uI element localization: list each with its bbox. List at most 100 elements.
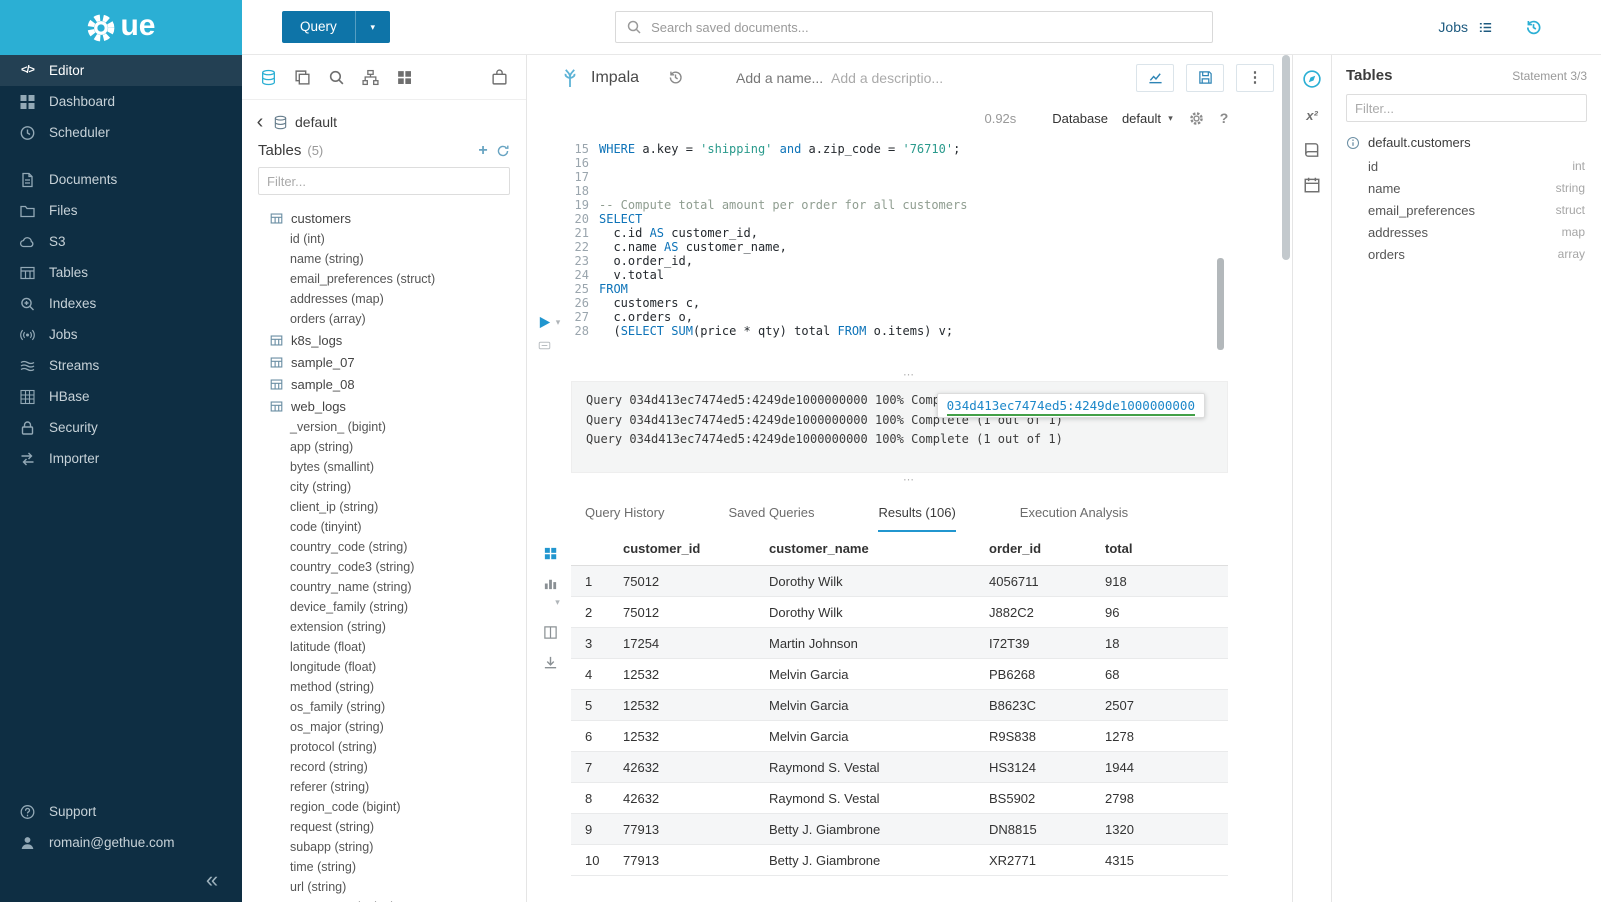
refresh-icon[interactable] xyxy=(496,144,510,158)
result-tab[interactable]: Execution Analysis xyxy=(1020,505,1128,532)
tree-item[interactable]: request (string) xyxy=(242,817,526,837)
column-item[interactable]: email_preferences struct xyxy=(1346,199,1587,221)
documents-icon[interactable] xyxy=(294,69,311,86)
tree-item[interactable]: id (int) xyxy=(242,229,526,249)
tree-item[interactable]: protocol (string) xyxy=(242,737,526,757)
column-header[interactable]: order_id xyxy=(989,541,1105,556)
code-line[interactable]: 28 (SELECT SUM(price * qty) total FROM o… xyxy=(571,324,1292,338)
code-line[interactable]: 27 c.orders o, xyxy=(571,310,1292,324)
column-item[interactable]: id int xyxy=(1346,155,1587,177)
result-tab[interactable]: Query History xyxy=(585,505,664,532)
table-row[interactable]: 4 12532 Melvin Garcia PB6268 68 xyxy=(571,659,1228,690)
tree-item[interactable]: client_ip (string) xyxy=(242,497,526,517)
nav-footer-item[interactable]: romain@gethue.com xyxy=(0,827,242,858)
tree-item[interactable]: latitude (float) xyxy=(242,637,526,657)
tree-item[interactable]: country_code3 (string) xyxy=(242,557,526,577)
briefcase-icon[interactable] xyxy=(491,69,508,86)
column-item[interactable]: name string xyxy=(1346,177,1587,199)
nav-item[interactable]: Jobs xyxy=(0,319,242,350)
nav-item[interactable]: </> Editor xyxy=(0,55,242,86)
compass-icon[interactable] xyxy=(1302,69,1322,89)
tree-item[interactable]: os_major (string) xyxy=(242,717,526,737)
tree-item[interactable]: addresses (map) xyxy=(242,289,526,309)
tree-item[interactable]: url (string) xyxy=(242,877,526,897)
code-line[interactable]: 24 v.total xyxy=(571,268,1292,282)
tree-item[interactable]: extension (string) xyxy=(242,617,526,637)
new-query-button[interactable]: Query ▾ xyxy=(282,11,390,43)
code-line[interactable]: 17 xyxy=(571,170,1292,184)
table-row[interactable]: 6 12532 Melvin Garcia R9S838 1278 xyxy=(571,721,1228,752)
table-row[interactable]: 8 42632 Raymond S. Vestal BS5902 2798 xyxy=(571,783,1228,814)
resize-handle-bottom[interactable]: ⋯ xyxy=(527,473,1292,486)
tree-item[interactable]: user_agent (string) xyxy=(242,897,526,902)
result-tab[interactable]: Saved Queries xyxy=(728,505,814,532)
code-line[interactable]: 15 WHERE a.key = 'shipping' and a.zip_co… xyxy=(571,142,1292,156)
table-filter-input[interactable] xyxy=(258,167,510,195)
tree-item[interactable]: sample_07 xyxy=(242,351,526,373)
code-line[interactable]: 22 c.name AS customer_name, xyxy=(571,240,1292,254)
save-button[interactable] xyxy=(1186,64,1224,92)
back-icon[interactable]: ‹ xyxy=(254,114,266,130)
databases-icon[interactable] xyxy=(260,69,277,86)
query-description-input[interactable] xyxy=(831,70,951,86)
table-row[interactable]: 10 77913 Betty J. Giambrone XR2771 4315 xyxy=(571,845,1228,876)
query-id-text[interactable]: 034d413ec7474ed5:4249de1000000000 xyxy=(947,398,1195,416)
column-item[interactable]: addresses map xyxy=(1346,221,1587,243)
chart-button[interactable] xyxy=(1136,64,1174,92)
tree-item[interactable]: record (string) xyxy=(242,757,526,777)
tree-item[interactable]: region_code (bigint) xyxy=(242,797,526,817)
nav-item[interactable]: Dashboard xyxy=(0,86,242,117)
result-tab[interactable]: Results (106) xyxy=(878,505,955,532)
sitemap-icon[interactable] xyxy=(362,69,379,86)
active-table-item[interactable]: default.customers xyxy=(1346,130,1587,155)
database-select[interactable]: default ▾ xyxy=(1122,110,1175,126)
calendar-icon[interactable] xyxy=(1303,176,1321,194)
code-line[interactable]: 20 SELECT xyxy=(571,212,1292,226)
download-icon[interactable] xyxy=(543,655,558,670)
tree-item[interactable]: web_logs xyxy=(242,395,526,417)
nav-item[interactable]: Security xyxy=(0,412,242,443)
more-actions-button[interactable]: ⋮ xyxy=(1236,64,1274,92)
code-line[interactable]: 26 customers c, xyxy=(571,296,1292,310)
code-line[interactable]: 19 -- Compute total amount per order for… xyxy=(571,198,1292,212)
code-line[interactable]: 23 o.order_id, xyxy=(571,254,1292,268)
nav-item[interactable]: Documents xyxy=(0,164,242,195)
snippet-settings-icon[interactable] xyxy=(537,339,552,352)
table-row[interactable]: 1 75012 Dorothy Wilk 4056711 918 xyxy=(571,566,1228,597)
nav-item[interactable]: Scheduler xyxy=(0,117,242,148)
global-search[interactable] xyxy=(615,11,1213,43)
code-line[interactable]: 16 xyxy=(571,156,1292,170)
tree-item[interactable]: city (string) xyxy=(242,477,526,497)
help-icon[interactable]: ? xyxy=(1218,110,1230,126)
tree-item[interactable]: customers xyxy=(242,207,526,229)
chart-options-caret[interactable]: ▾ xyxy=(550,595,565,610)
nav-item[interactable]: Files xyxy=(0,195,242,226)
code-line[interactable]: 21 c.id AS customer_id, xyxy=(571,226,1292,240)
query-dropdown-toggle[interactable]: ▾ xyxy=(355,11,390,43)
column-header[interactable]: total xyxy=(1105,541,1228,556)
query-id-popover[interactable]: 034d413ec7474ed5:4249de1000000000 xyxy=(937,393,1205,418)
tree-item[interactable]: referer (string) xyxy=(242,777,526,797)
nav-item[interactable]: Tables xyxy=(0,257,242,288)
jobs-indicator[interactable]: Jobs xyxy=(1438,19,1494,35)
tree-item[interactable]: country_name (string) xyxy=(242,577,526,597)
nav-footer-item[interactable]: Support xyxy=(0,796,242,827)
tree-item[interactable]: bytes (smallint) xyxy=(242,457,526,477)
apps-icon[interactable] xyxy=(396,69,413,86)
breadcrumb[interactable]: default xyxy=(295,114,337,130)
table-row[interactable]: 9 77913 Betty J. Giambrone DN8815 1320 xyxy=(571,814,1228,845)
table-row[interactable]: 3 17254 Martin Johnson I72T39 18 xyxy=(571,628,1228,659)
settings-gear-icon[interactable] xyxy=(1189,111,1204,126)
execute-button[interactable]: ▾ xyxy=(537,314,562,330)
column-header[interactable]: customer_name xyxy=(769,541,989,556)
table-row[interactable]: 2 75012 Dorothy Wilk J882C2 96 xyxy=(571,597,1228,628)
nav-item[interactable]: Streams xyxy=(0,350,242,381)
info-icon[interactable] xyxy=(1346,136,1360,150)
tree-item[interactable]: method (string) xyxy=(242,677,526,697)
column-header[interactable]: customer_id xyxy=(623,541,769,556)
resize-handle-top[interactable]: ⋯ xyxy=(527,368,1292,381)
table-row[interactable]: 7 42632 Raymond S. Vestal HS3124 1944 xyxy=(571,752,1228,783)
right-filter-input[interactable] xyxy=(1346,94,1587,122)
editor-scrollbar[interactable] xyxy=(1217,258,1224,350)
tree-item[interactable]: k8s_logs xyxy=(242,329,526,351)
